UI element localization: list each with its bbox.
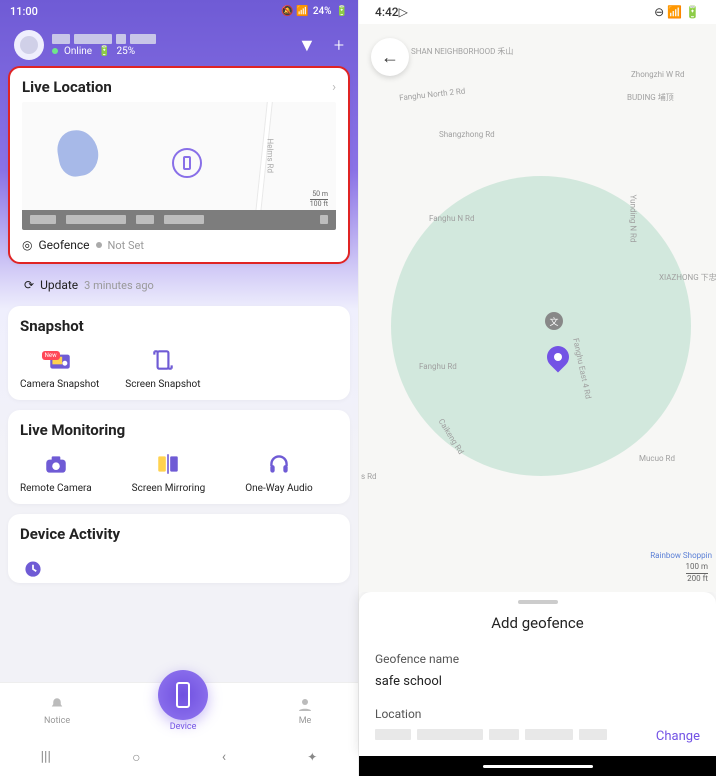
- status-bar: 4:42 ▷ ⊖ 📶 🔋: [359, 0, 716, 24]
- right-phone-screenshot: 4:42 ▷ ⊖ 📶 🔋 ← SHAN NEIGHBORHOOD 禾山 Fang…: [358, 0, 716, 776]
- add-button[interactable]: +: [334, 35, 344, 56]
- map-scale: 50 m 100 ft: [310, 190, 328, 208]
- dropdown-icon[interactable]: ▼: [298, 35, 316, 56]
- live-location-card[interactable]: Live Location › Helms Rd 50 m 100 ft: [8, 66, 350, 264]
- phone-icon: [176, 682, 190, 708]
- home-button[interactable]: ○: [132, 749, 140, 766]
- location-value-redacted: [375, 729, 607, 740]
- map-scale: 100 m 200 ft: [686, 562, 709, 584]
- status-bar: 11:00 🔕 📶 24% 🔋: [0, 0, 358, 22]
- back-button[interactable]: ←: [371, 38, 409, 76]
- clock: 11:00: [10, 5, 38, 18]
- poi-icon: 文: [545, 312, 563, 330]
- device-activity-card[interactable]: Device Activity: [8, 514, 350, 583]
- geofence-label: Geofence: [38, 238, 89, 252]
- change-location-link[interactable]: Change: [656, 729, 700, 744]
- person-icon: [296, 696, 314, 714]
- live-monitoring-title: Live Monitoring: [20, 421, 125, 439]
- screen-snapshot-button[interactable]: Screen Snapshot: [125, 347, 200, 390]
- map-view[interactable]: ← SHAN NEIGHBORHOOD 禾山 Fanghu North 2 Rd…: [359, 24, 716, 592]
- clock: 4:42: [375, 5, 399, 19]
- mirror-icon: [155, 451, 181, 477]
- screen-mirroring-button[interactable]: Screen Mirroring: [132, 451, 206, 494]
- avatar[interactable]: [14, 30, 44, 60]
- map-lake: [54, 127, 101, 179]
- clock-icon: ⟳: [24, 278, 34, 292]
- address-bar-redacted: [22, 210, 336, 230]
- left-phone-screenshot: 11:00 🔕 📶 24% 🔋 Online 🔋 25% ▼ +: [0, 0, 358, 776]
- screen-snapshot-icon: [150, 347, 176, 373]
- clock-alarm-icon: [20, 555, 46, 581]
- bottom-nav: Notice Device Me: [0, 682, 358, 738]
- snapshot-title: Snapshot: [20, 317, 84, 335]
- chevron-right-icon: ›: [332, 80, 336, 95]
- camera-snapshot-button[interactable]: New Camera Snapshot: [20, 347, 99, 390]
- profile-header: Online 🔋 25% ▼ +: [0, 22, 358, 66]
- device-activity-title: Device Activity: [20, 525, 120, 543]
- sheet-handle[interactable]: [518, 600, 558, 604]
- geofence-icon: ◎: [22, 238, 32, 252]
- geofence-value: Not Set: [108, 239, 144, 252]
- gesture-nav-bar: [359, 756, 716, 776]
- nav-notice[interactable]: Notice: [44, 696, 70, 726]
- device-pin-icon: [172, 148, 202, 178]
- android-nav-bar: ||| ○ ‹ ✦: [0, 738, 358, 776]
- username-redacted: [52, 34, 290, 44]
- geofence-name-label: Geofence name: [375, 652, 700, 666]
- status-icons: ⊖ 📶 🔋: [654, 5, 700, 19]
- nav-me[interactable]: Me: [296, 696, 314, 726]
- new-badge: New: [42, 351, 60, 360]
- update-row: ⟳ Update 3 minutes ago: [8, 274, 350, 296]
- geofence-sheet: Add geofence Geofence name safe school L…: [359, 592, 716, 756]
- device-battery: 25%: [117, 46, 136, 57]
- camera-icon: [43, 451, 69, 477]
- bell-icon: [48, 696, 66, 714]
- live-location-title: Live Location: [22, 78, 112, 96]
- headphones-icon: [266, 451, 292, 477]
- map-poi-label: Rainbow Shoppin: [650, 551, 712, 560]
- accessibility-icon[interactable]: ✦: [307, 750, 317, 764]
- live-monitoring-card: Live Monitoring Remote Camera Screen Mir…: [8, 410, 350, 504]
- home-pill[interactable]: [483, 765, 593, 768]
- status-icons: 🔕 📶 24% 🔋: [281, 6, 348, 17]
- one-way-audio-button[interactable]: One-Way Audio: [245, 451, 313, 494]
- remote-camera-button[interactable]: Remote Camera: [20, 451, 92, 494]
- road-label: Helms Rd: [266, 139, 275, 173]
- geofence-name-input[interactable]: safe school: [375, 674, 700, 689]
- activity-item[interactable]: [20, 555, 46, 581]
- recents-button[interactable]: |||: [41, 749, 51, 765]
- snapshot-card: Snapshot New Camera Snapshot Screen Snap…: [8, 306, 350, 400]
- sheet-title: Add geofence: [375, 614, 700, 632]
- online-status: Online: [64, 46, 92, 57]
- location-label: Location: [375, 707, 700, 721]
- nav-device[interactable]: [158, 670, 208, 720]
- live-location-map[interactable]: Helms Rd 50 m 100 ft: [22, 102, 336, 230]
- back-button[interactable]: ‹: [222, 749, 226, 765]
